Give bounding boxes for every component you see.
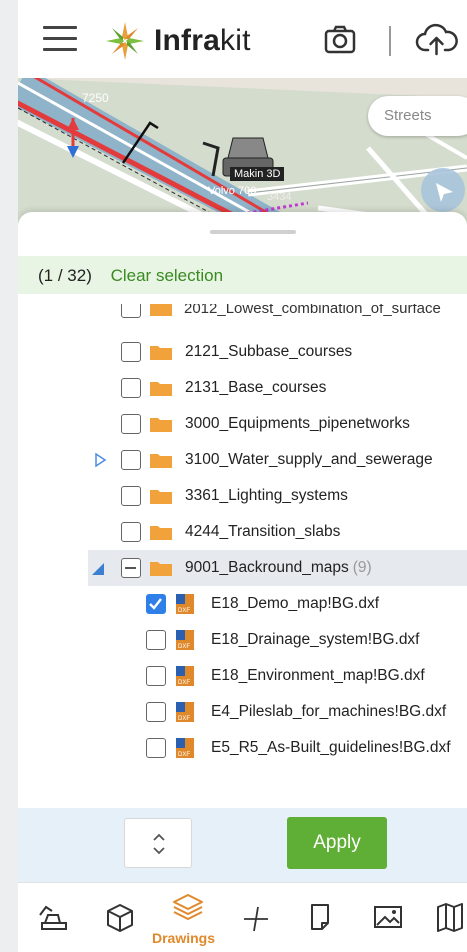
tree-row-label: 4244_Transition_slabs — [185, 523, 341, 540]
tree-checkbox[interactable] — [121, 304, 141, 318]
checkmark-icon — [149, 598, 162, 610]
hamburger-menu-icon[interactable] — [43, 26, 77, 54]
tree-checkbox[interactable] — [121, 522, 141, 542]
drawings-sheet: (1 / 32) Clear selection 2012_Lowest_com… — [18, 212, 467, 882]
cube-icon[interactable] — [100, 897, 140, 937]
tree-checkbox-indeterminate[interactable] — [121, 558, 141, 578]
collapse-triangle-icon[interactable] — [91, 562, 105, 576]
tree-row-label: 9001_Backround_maps — [185, 559, 349, 576]
tree-row-folder[interactable]: 3000_Equipments_pipenetworks — [18, 406, 467, 442]
infrakit-star-icon — [106, 22, 144, 60]
tree-row-folder[interactable]: 2131_Base_courses — [18, 370, 467, 406]
brand-name-bold: Infra — [154, 24, 221, 57]
folder-icon — [150, 490, 172, 504]
clear-selection-link[interactable]: Clear selection — [111, 266, 223, 285]
tree-row-file[interactable]: DXF E18_Drainage_system!BG.dxf — [18, 622, 467, 658]
folder-icon — [150, 346, 172, 360]
layers-icon[interactable] — [168, 889, 208, 929]
nav-active-label[interactable]: Drawings — [152, 930, 215, 946]
svg-text:DXF: DXF — [178, 752, 190, 758]
tree-row-count: (9) — [352, 559, 372, 576]
tree-row-label: E4_Pileslab_for_machines!BG.dxf — [211, 703, 447, 720]
tree-row-label: 2121_Subbase_courses — [185, 343, 353, 360]
tree-row-folder[interactable]: 3361_Lighting_systems — [18, 478, 467, 514]
tree-row-folder[interactable]: 4244_Transition_slabs — [18, 514, 467, 550]
map-vehicle-label: Volvo 700 — [208, 185, 257, 197]
header-divider — [389, 26, 391, 56]
map-style-button[interactable]: Streets — [368, 96, 467, 136]
tree-checkbox[interactable] — [146, 702, 166, 722]
dxf-file-icon: DXF — [176, 738, 194, 758]
tree-row-file-cut — [18, 766, 467, 774]
bottom-navigation: Drawings — [18, 882, 467, 952]
svg-text:DXF: DXF — [178, 680, 190, 686]
tree-row-file[interactable]: DXF E18_Demo_map!BG.dxf — [18, 586, 467, 622]
tree-checkbox[interactable] — [146, 738, 166, 758]
tree-row-label: 3000_Equipments_pipenetworks — [185, 415, 410, 432]
tree-row-label: 2131_Base_courses — [185, 379, 327, 396]
sort-button[interactable] — [124, 818, 192, 868]
sheet-footer: Apply — [18, 808, 467, 882]
folder-icon — [150, 454, 172, 468]
tree-row-folder[interactable]: 3100_Water_supply_and_sewerage — [18, 442, 467, 478]
tree-checkbox[interactable] — [121, 414, 141, 434]
dxf-file-icon: DXF — [176, 666, 194, 686]
tree-checkbox[interactable] — [146, 666, 166, 686]
selection-bar: (1 / 32) Clear selection — [18, 256, 467, 294]
map-machine-label: Makin 3D — [230, 167, 285, 181]
camera-icon[interactable] — [322, 22, 358, 58]
svg-text:DXF: DXF — [178, 608, 190, 614]
folder-icon — [150, 562, 172, 576]
tree-row-label: E5_R5_As-Built_guidelines!BG.dxf — [211, 739, 451, 756]
sheet-grab-handle[interactable] — [210, 230, 296, 234]
selection-count: (1 / 32) — [38, 266, 92, 285]
brand-name-rest: kit — [220, 24, 251, 57]
dxf-file-icon: DXF — [176, 630, 194, 650]
svg-text:DXF: DXF — [178, 644, 190, 650]
drawing-tree[interactable]: 2012_Lowest_combination_of_surface 2121_… — [18, 304, 467, 774]
folder-icon — [150, 304, 172, 316]
expand-triangle-icon[interactable] — [93, 453, 107, 467]
tree-row-label: 2012_Lowest_combination_of_surface — [184, 304, 441, 317]
tree-row-file[interactable]: DXF E5_R5_As-Built_guidelines!BG.dxf — [18, 730, 467, 766]
document-icon[interactable] — [300, 897, 340, 937]
excavator-icon[interactable] — [36, 897, 76, 937]
folder-icon — [150, 418, 172, 432]
tree-row-label: E18_Demo_map!BG.dxf — [211, 595, 380, 612]
tree-row-folder[interactable]: 2121_Subbase_courses — [18, 334, 467, 370]
tree-checkbox[interactable] — [146, 630, 166, 650]
crosshair-icon[interactable] — [236, 897, 276, 937]
tree-checkbox[interactable] — [121, 486, 141, 506]
tree-checkbox[interactable] — [121, 378, 141, 398]
map-code-label: 3434 — [267, 191, 292, 203]
brand-logo: Infrakit — [104, 20, 251, 62]
map-chainage-label: 7250 — [82, 91, 109, 105]
image-icon[interactable] — [368, 897, 408, 937]
tree-checkbox[interactable] — [121, 450, 141, 470]
tree-checkbox[interactable] — [121, 342, 141, 362]
dxf-file-icon: DXF — [176, 702, 194, 722]
tree-row-folder-expanded[interactable]: 9001_Backround_maps (9) — [88, 550, 467, 586]
folder-icon — [150, 382, 172, 396]
tree-checkbox-checked[interactable] — [146, 594, 166, 614]
folder-icon — [150, 526, 172, 540]
cloud-upload-icon[interactable] — [415, 22, 459, 58]
app-screen: Infrakit 7250 Makin 3D Volvo 700 3434 St… — [18, 0, 467, 952]
map-view[interactable]: 7250 Makin 3D Volvo 700 3434 Streets — [18, 78, 467, 228]
tree-row-label: E18_Environment_map!BG.dxf — [211, 667, 425, 684]
dxf-file-icon: DXF — [176, 594, 194, 614]
tree-row-file[interactable]: DXF E4_Pileslab_for_machines!BG.dxf — [18, 694, 467, 730]
svg-text:DXF: DXF — [178, 716, 190, 722]
apply-button[interactable]: Apply — [287, 817, 387, 869]
map-style-label: Streets — [384, 107, 432, 124]
chevron-up-down-icon — [153, 833, 165, 855]
map-icon[interactable] — [432, 897, 467, 937]
tree-row-file[interactable]: DXF E18_Environment_map!BG.dxf — [18, 658, 467, 694]
tree-row-label: 3100_Water_supply_and_sewerage — [185, 451, 433, 468]
tree-row-label: E18_Drainage_system!BG.dxf — [211, 631, 420, 648]
tree-row-label: 3361_Lighting_systems — [185, 487, 348, 504]
app-header: Infrakit — [18, 0, 467, 78]
tree-row-cut: 2012_Lowest_combination_of_surface — [18, 304, 467, 326]
